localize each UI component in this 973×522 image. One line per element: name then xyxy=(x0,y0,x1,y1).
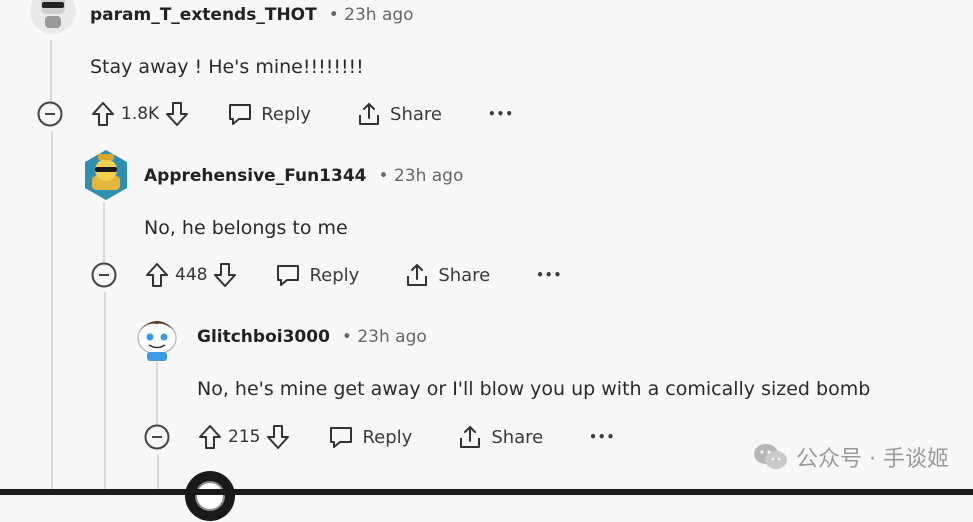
share-label: Share xyxy=(491,426,544,448)
thread-line xyxy=(104,292,106,495)
reply-button[interactable]: Reply xyxy=(275,263,359,287)
upvote-icon[interactable] xyxy=(145,262,169,288)
thread-line xyxy=(50,40,52,105)
reply-icon xyxy=(275,263,301,287)
reply-icon xyxy=(328,425,354,449)
share-icon xyxy=(457,424,483,450)
comment-actions: 448 Reply Share ••• xyxy=(91,262,562,288)
wechat-icon xyxy=(752,442,788,472)
comment-text: No, he's mine get away or I'll blow you … xyxy=(197,378,871,400)
bottom-border xyxy=(0,489,973,495)
reply-label: Reply xyxy=(261,103,312,125)
reply-icon xyxy=(227,102,253,126)
comment-actions: 1.8K Reply Share ••• xyxy=(37,101,514,127)
timestamp: • 23h ago xyxy=(341,327,427,347)
comment-header: Glitchboi3000 • 23h ago xyxy=(197,327,427,347)
downvote-icon[interactable] xyxy=(213,262,237,288)
thread-line xyxy=(156,362,158,426)
comment-header: Apprehensive_Fun1344 • 23h ago xyxy=(144,166,463,186)
timestamp: • 23h ago xyxy=(378,166,464,186)
avatar[interactable] xyxy=(184,470,236,522)
more-options-button[interactable]: ••• xyxy=(536,268,562,282)
share-button[interactable]: Share xyxy=(457,424,543,450)
collapse-icon[interactable] xyxy=(37,101,63,127)
share-label: Share xyxy=(390,103,442,125)
comment-text: Stay away ! He's mine!!!!!!!! xyxy=(90,56,364,78)
share-button[interactable]: Share xyxy=(404,262,490,288)
reply-button[interactable]: Reply xyxy=(328,425,412,449)
more-icon: ••• xyxy=(589,430,616,444)
reply-label: Reply xyxy=(309,264,360,286)
avatar[interactable] xyxy=(30,0,76,34)
comment-header: param_T_extends_THOT • 23h ago xyxy=(90,5,414,25)
share-label: Share xyxy=(438,264,491,286)
avatar[interactable] xyxy=(134,310,180,362)
more-options-button[interactable]: ••• xyxy=(589,430,615,444)
timestamp: • 23h ago xyxy=(328,5,414,25)
downvote-icon[interactable] xyxy=(165,101,189,127)
watermark-text: 公众号 · 手谈姬 xyxy=(796,447,949,472)
more-icon: ••• xyxy=(488,107,515,121)
watermark: 公众号 · 手谈姬 xyxy=(752,441,949,473)
share-icon xyxy=(404,262,430,288)
vote-count: 1.8K xyxy=(121,104,160,124)
vote-count: 215 xyxy=(228,427,261,447)
comment-actions: 215 Reply Share ••• xyxy=(144,424,615,450)
more-icon: ••• xyxy=(536,268,563,282)
thread-line xyxy=(103,202,105,266)
share-icon xyxy=(356,101,382,127)
username[interactable]: Apprehensive_Fun1344 xyxy=(144,166,367,186)
vote-count: 448 xyxy=(175,265,208,285)
reply-button[interactable]: Reply xyxy=(227,102,311,126)
username[interactable]: param_T_extends_THOT xyxy=(90,5,317,25)
avatar[interactable] xyxy=(82,148,130,202)
upvote-icon[interactable] xyxy=(91,101,115,127)
upvote-icon[interactable] xyxy=(198,424,222,450)
thread-line xyxy=(51,131,53,495)
share-button[interactable]: Share xyxy=(356,101,442,127)
comment-text: No, he belongs to me xyxy=(144,217,348,239)
downvote-icon[interactable] xyxy=(266,424,290,450)
more-options-button[interactable]: ••• xyxy=(488,107,514,121)
collapse-icon[interactable] xyxy=(144,424,170,450)
collapse-icon[interactable] xyxy=(91,262,117,288)
reply-label: Reply xyxy=(362,426,413,448)
username[interactable]: Glitchboi3000 xyxy=(197,327,330,347)
